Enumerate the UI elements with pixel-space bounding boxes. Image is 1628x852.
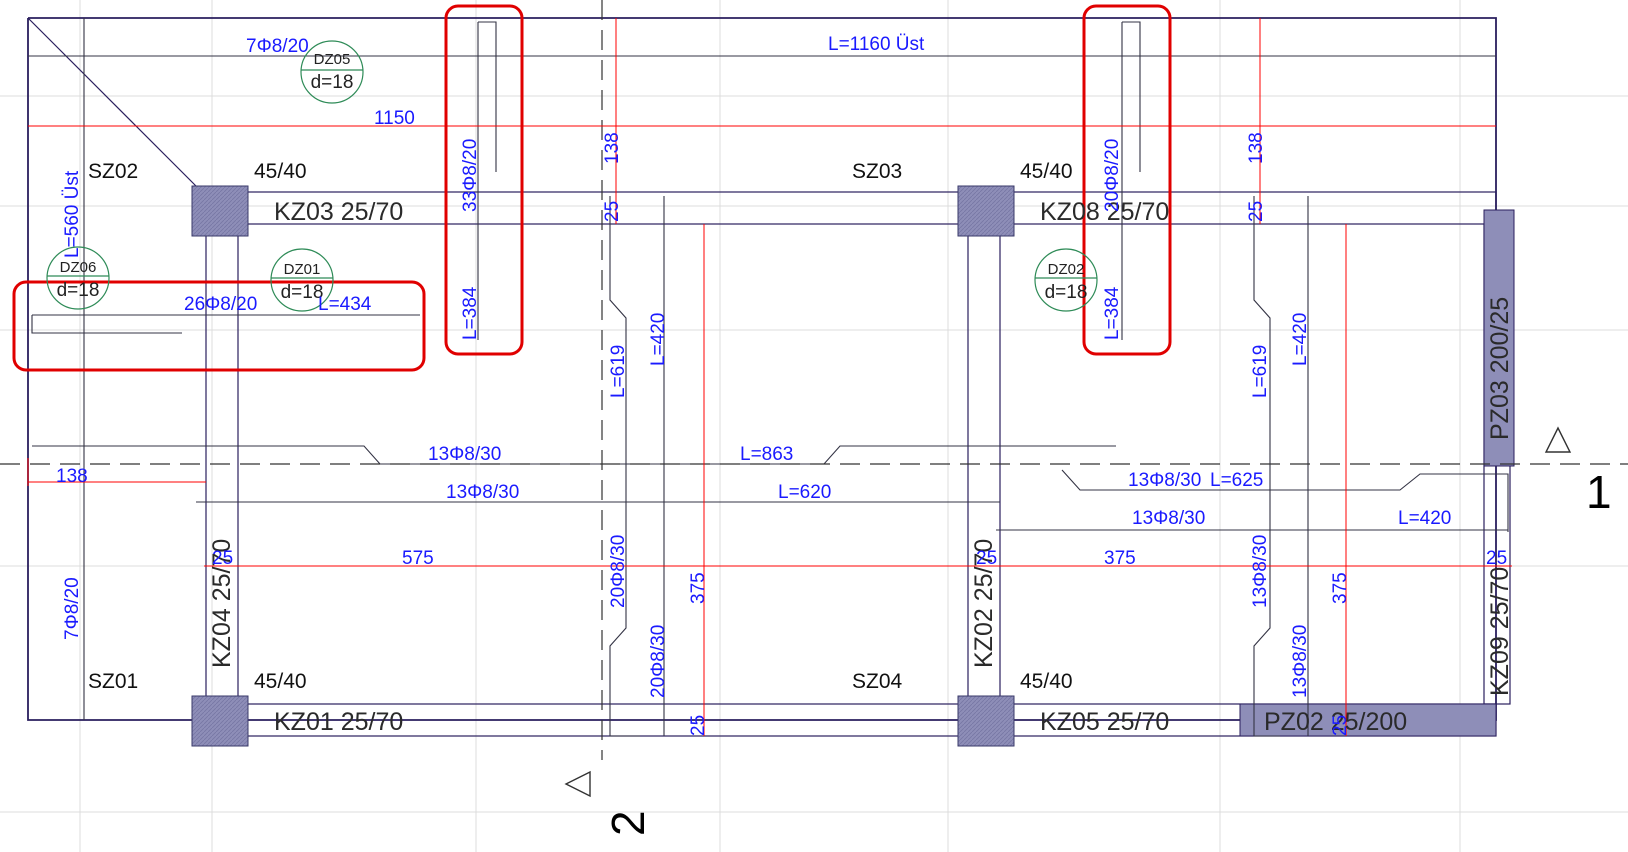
axis-label-2: 2 bbox=[602, 810, 654, 836]
rebar-label: L=434 bbox=[318, 294, 372, 315]
detail-circle-dz01-id: DZ01 bbox=[284, 261, 321, 278]
column-size-label: 45/40 bbox=[254, 160, 307, 183]
highlight-box-33phi bbox=[444, 4, 524, 356]
column-size-label: 45/40 bbox=[1020, 670, 1073, 693]
beam-label-kz09: KZ09 25/70 bbox=[1486, 567, 1514, 696]
rebar-label: 20Φ8/30 bbox=[648, 625, 669, 698]
column-size-label: 45/40 bbox=[254, 670, 307, 693]
triangle-icon bbox=[1544, 426, 1572, 453]
rebar-label: 33Φ8/20 bbox=[460, 139, 481, 212]
dimension-label: 25 bbox=[976, 548, 997, 569]
slab-label-sz04: SZ04 bbox=[852, 670, 903, 693]
dimension-label: 25 bbox=[1246, 201, 1267, 222]
detail-circle-dz05-d: d=18 bbox=[311, 72, 354, 93]
axis-label-1: 1 bbox=[1586, 466, 1612, 518]
rebar-label: 13Φ8/30 bbox=[1132, 508, 1205, 529]
rebar-label: L=619 bbox=[1250, 345, 1271, 398]
dimension-label: 25 bbox=[688, 715, 709, 736]
rebar-label: L=560 Üst bbox=[62, 170, 83, 258]
dimension-label: 25 bbox=[1486, 548, 1507, 569]
rebar-label: 26Φ8/20 bbox=[184, 294, 257, 315]
rebar-label: 13Φ8/30 bbox=[446, 482, 519, 503]
detail-circle-dz02-d: d=18 bbox=[1045, 282, 1088, 303]
column-sz04 bbox=[957, 695, 1015, 747]
slab-label-sz02: SZ02 bbox=[88, 160, 138, 183]
beam-label-kz03: KZ03 25/70 bbox=[274, 198, 403, 226]
rebar-label: L=420 bbox=[648, 313, 669, 366]
beam-label-kz05: KZ05 25/70 bbox=[1040, 708, 1169, 736]
dimension-label: 25 bbox=[212, 548, 233, 569]
rebar-label: L=863 bbox=[740, 444, 793, 465]
rebar-label: 20Φ8/20 bbox=[1102, 139, 1123, 212]
axis-lines bbox=[0, 0, 1628, 760]
rebar-label: L=625 bbox=[1210, 470, 1263, 491]
rebar-label: L=384 bbox=[460, 286, 481, 340]
rebar-label: 20Φ8/30 bbox=[608, 535, 629, 608]
slab-label-sz03: SZ03 bbox=[852, 160, 902, 183]
highlight-box-20phi bbox=[1082, 4, 1172, 356]
structural-plan-drawing: DZ05 d=18 DZ06 d=18 DZ01 d=18 DZ02 d=18 … bbox=[0, 0, 1628, 852]
dimension-label: 575 bbox=[402, 548, 434, 569]
dimension-label: 375 bbox=[688, 572, 709, 604]
rebar-label: L=384 bbox=[1102, 286, 1123, 340]
axis-markers bbox=[564, 426, 1572, 798]
detail-circle-dz01-d: d=18 bbox=[281, 282, 324, 303]
beam-label-pz03: PZ03 200/25 bbox=[1486, 297, 1514, 440]
rebar-label: L=420 bbox=[1398, 508, 1451, 529]
column-sz02 bbox=[191, 185, 249, 237]
detail-circle-dz06-id: DZ06 bbox=[60, 259, 97, 276]
column-sz01 bbox=[191, 695, 249, 747]
rebar-label: 13Φ8/30 bbox=[428, 444, 501, 465]
dimension-label: 138 bbox=[1246, 132, 1267, 164]
rebar-label: L=619 bbox=[608, 345, 629, 398]
slab-label-sz01: SZ01 bbox=[88, 670, 138, 693]
triangle-icon bbox=[564, 770, 591, 798]
rebar-label: L=1160 Üst bbox=[828, 34, 925, 55]
rebar-label: 7Φ8/20 bbox=[246, 36, 309, 57]
column-sz03 bbox=[957, 185, 1015, 237]
rebar-label: 13Φ8/30 bbox=[1128, 470, 1201, 491]
dimension-label: 138 bbox=[56, 466, 88, 487]
dimension-label: 25 bbox=[1330, 715, 1351, 736]
dimension-label: 375 bbox=[1330, 572, 1351, 604]
detail-circle-dz06-d: d=18 bbox=[57, 280, 100, 301]
column-size-label: 45/40 bbox=[1020, 160, 1073, 183]
dimension-label: 138 bbox=[602, 132, 623, 164]
rebar-label: 13Φ8/30 bbox=[1290, 625, 1311, 698]
rebar-label: 7Φ8/20 bbox=[62, 577, 83, 640]
dimension-label: 1150 bbox=[374, 108, 415, 129]
dimension-label: 25 bbox=[602, 201, 623, 222]
detail-circle-dz05-id: DZ05 bbox=[314, 51, 351, 68]
detail-circle-dz02-id: DZ02 bbox=[1048, 261, 1085, 278]
rebar-label: L=620 bbox=[778, 482, 831, 503]
beam-label-kz01: KZ01 25/70 bbox=[274, 708, 403, 736]
rebar-label: L=420 bbox=[1290, 313, 1311, 366]
dimension-label: 375 bbox=[1104, 548, 1136, 569]
rebar-label: 13Φ8/30 bbox=[1250, 535, 1271, 608]
detail-circles bbox=[46, 40, 1098, 312]
